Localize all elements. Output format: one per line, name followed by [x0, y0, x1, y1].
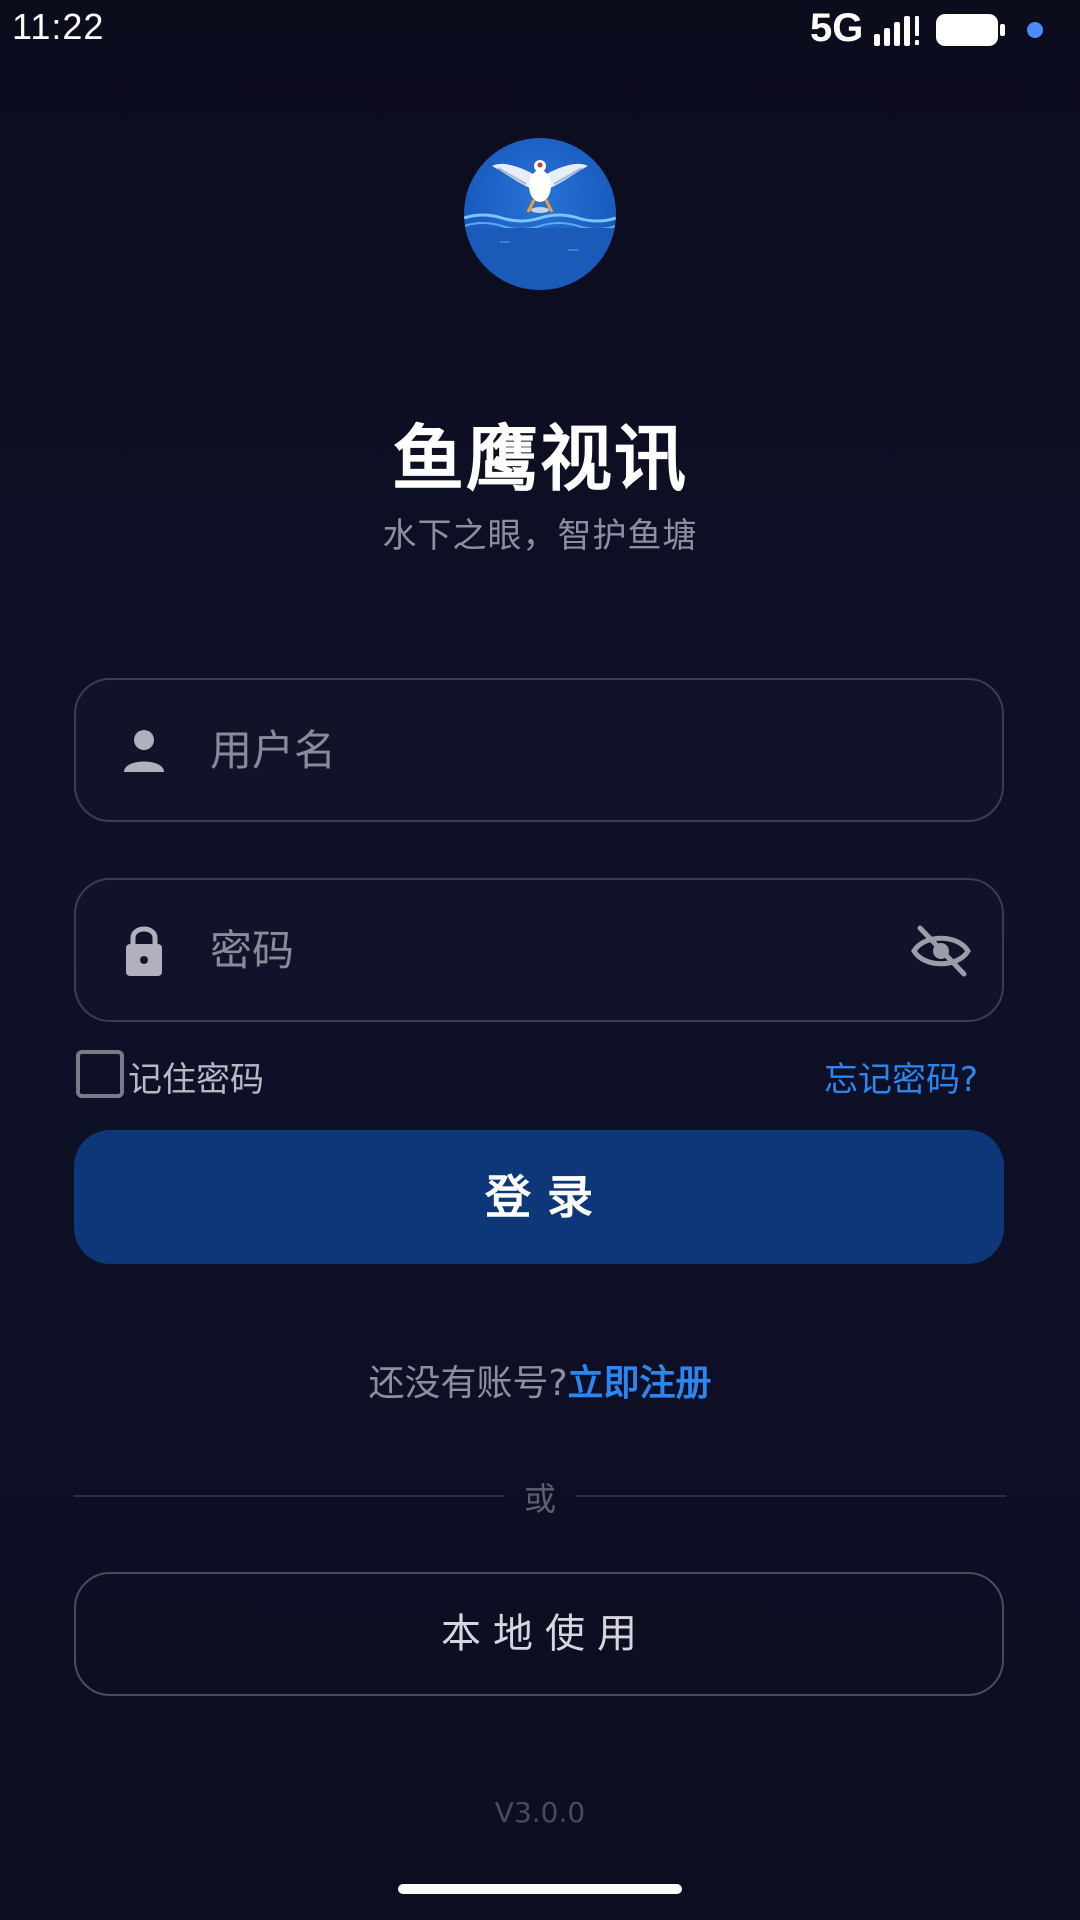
version-label: V3.0.0 [494, 1796, 586, 1829]
register-link[interactable]: 立即注册 [568, 1363, 712, 1404]
username-field[interactable] [74, 678, 1004, 822]
status-time: 11:22 [12, 6, 105, 47]
register-row: 还没有账号?立即注册 [0, 1354, 1080, 1406]
remember-password-checkbox[interactable] [76, 1050, 124, 1098]
app-subtitle: 水下之眼，智护鱼塘 [382, 516, 698, 556]
divider-line-right [576, 1495, 1006, 1497]
register-prompt: 还没有账号? [368, 1363, 568, 1404]
eye-off-icon[interactable] [910, 922, 972, 980]
forgot-password-link[interactable]: 忘记密码? [824, 1052, 978, 1101]
battery-icon [936, 14, 1005, 46]
status-bar: 11:22 5G [0, 0, 1080, 64]
osprey-over-water-logo [464, 160, 616, 290]
password-field[interactable] [74, 878, 1004, 1022]
person-icon [124, 730, 164, 772]
login-screen: 11:22 5G 鱼鹰视讯 水下之眼，智护鱼塘 用户名 记住密码 忘记密码? 登… [0, 0, 1080, 1920]
login-button[interactable]: 登录 [74, 1130, 1004, 1264]
password-input[interactable] [210, 910, 910, 990]
app-logo [464, 138, 616, 290]
signal-icon [874, 16, 919, 46]
remember-password-label[interactable]: 记住密码 [128, 1052, 264, 1101]
local-use-button[interactable]: 本地使用 [74, 1572, 1004, 1696]
lock-icon [126, 926, 162, 976]
notification-dot-icon [1027, 22, 1043, 38]
app-title: 鱼鹰视讯 [391, 417, 688, 501]
divider-text: 或 [523, 1480, 556, 1518]
username-input[interactable] [210, 710, 910, 790]
network-type: 5G [810, 6, 864, 50]
home-indicator[interactable] [398, 1884, 682, 1894]
